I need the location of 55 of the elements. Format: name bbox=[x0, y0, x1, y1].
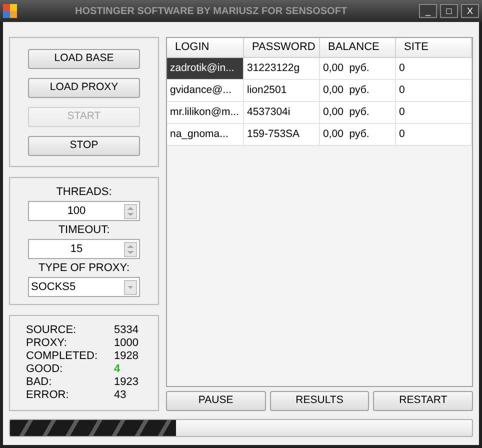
table-cell: 4537304i bbox=[244, 102, 320, 123]
column-header[interactable]: LOGIN bbox=[167, 38, 244, 57]
column-header[interactable]: SITE bbox=[396, 38, 472, 57]
table-row[interactable]: gvidance@... lion2501 0,00 руб. 0 bbox=[167, 80, 472, 102]
stat-label: BAD: bbox=[26, 376, 53, 389]
action-button[interactable]: LOAD BASE bbox=[28, 48, 140, 68]
timeout-label: TIMEOUT: bbox=[58, 223, 110, 237]
minimize-button[interactable]: _ bbox=[419, 4, 437, 18]
stat-value: 1000 bbox=[114, 337, 138, 350]
spin-arrows-icon[interactable] bbox=[124, 242, 137, 256]
table-cell: 0 bbox=[396, 58, 472, 79]
table-row[interactable]: mr.lilikon@m... 4537304i 0,00 руб. 0 bbox=[167, 102, 472, 124]
close-button[interactable]: X bbox=[461, 4, 479, 18]
action-button[interactable]: STOP bbox=[28, 136, 140, 156]
table-cell: 31223122g bbox=[244, 58, 320, 79]
timeout-field[interactable]: 15 bbox=[28, 239, 140, 259]
proxy-type-dropdown[interactable]: SOCKS5 bbox=[28, 277, 140, 297]
stat-value: 43 bbox=[114, 389, 126, 402]
stat-value: 1923 bbox=[114, 376, 138, 389]
control-button[interactable]: RESULTS bbox=[270, 391, 370, 411]
table-row[interactable]: zadrotik@in... 31223122g 0,00 руб. 0 bbox=[167, 58, 472, 80]
proxy-type-label: TYPE OF PROXY: bbox=[38, 261, 130, 275]
stat-label: GOOD: bbox=[26, 363, 64, 376]
table-cell: 0,00 руб. bbox=[320, 80, 396, 101]
table-row[interactable]: na_gnoma... 159-753SA 0,00 руб. 0 bbox=[167, 124, 472, 146]
app-icon bbox=[3, 4, 17, 18]
threads-field[interactable]: 100 bbox=[28, 201, 140, 221]
column-header[interactable]: PASSWORD bbox=[244, 38, 320, 57]
stat-label: PROXY: bbox=[26, 337, 68, 350]
table-cell: 0,00 руб. bbox=[320, 58, 396, 79]
table-cell: 0 bbox=[396, 80, 472, 101]
threads-label: THREADS: bbox=[56, 185, 112, 199]
spin-arrows-icon[interactable] bbox=[124, 204, 137, 218]
table-cell: mr.lilikon@m... bbox=[167, 102, 244, 123]
table-cell: zadrotik@in... bbox=[167, 58, 244, 79]
table-cell: gvidance@... bbox=[167, 80, 244, 101]
stat-label: COMPLETED: bbox=[26, 350, 99, 363]
stat-value: 4 bbox=[114, 363, 120, 376]
stat-value: 5334 bbox=[114, 324, 138, 337]
column-header[interactable]: BALANCE bbox=[320, 38, 396, 57]
table-cell: lion2501 bbox=[244, 80, 320, 101]
table-cell: 0,00 руб. bbox=[320, 102, 396, 123]
table-cell: 0 bbox=[396, 102, 472, 123]
table-cell: 0 bbox=[396, 124, 472, 145]
stat-label: ERROR: bbox=[26, 389, 70, 402]
window-title: HOSTINGER SOFTWARE BY MARIUSZ FOR SENSOSOFT bbox=[75, 4, 348, 18]
control-button[interactable]: PAUSE bbox=[166, 391, 266, 411]
table-cell: na_gnoma... bbox=[167, 124, 244, 145]
control-button[interactable]: RESTART bbox=[373, 391, 474, 411]
stat-value: 1928 bbox=[114, 350, 138, 363]
action-button[interactable]: LOAD PROXY bbox=[28, 78, 140, 98]
stat-label: SOURCE: bbox=[26, 324, 78, 337]
table-cell: 0,00 руб. bbox=[320, 124, 396, 145]
table-cell: 159-753SA bbox=[244, 124, 320, 145]
maximize-button[interactable]: □ bbox=[440, 4, 458, 18]
